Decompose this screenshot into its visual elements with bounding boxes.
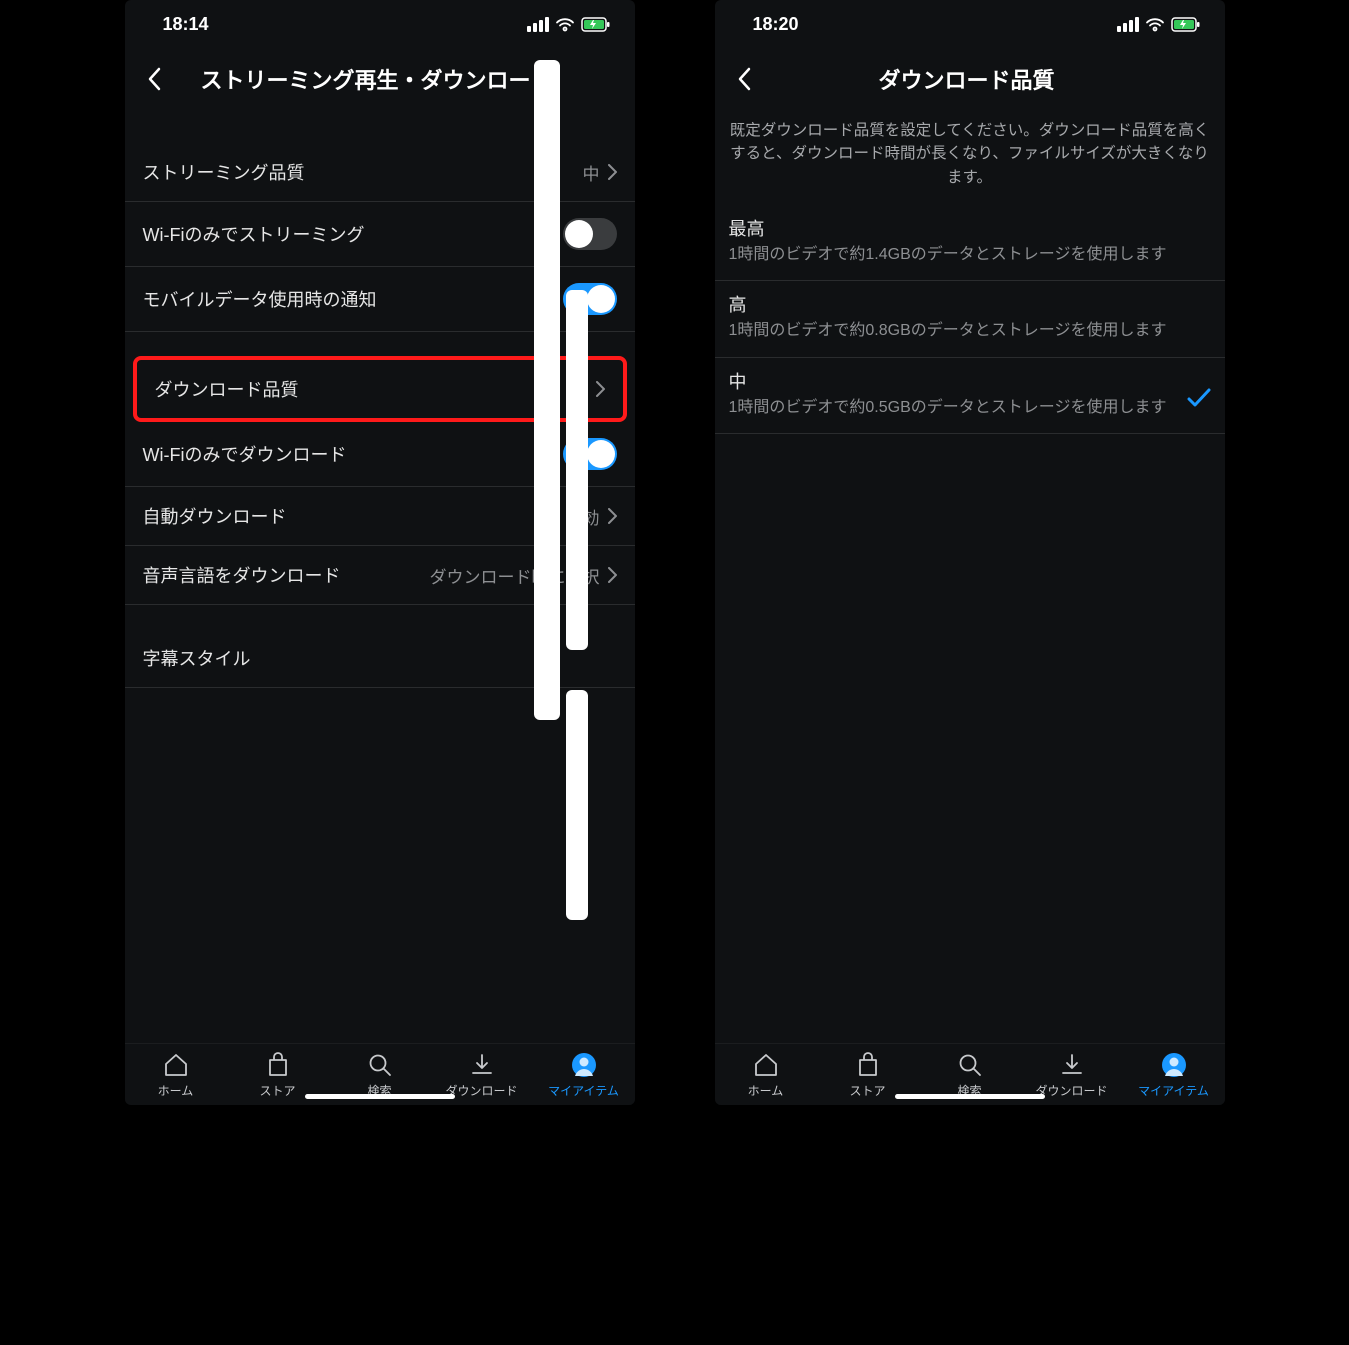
option-title: 中 [729,368,1177,394]
tab-search[interactable]: 検索 [924,1052,1016,1099]
chevron-right-icon [608,508,617,524]
quality-option-medium[interactable]: 中 1時間のビデオで約0.5GBのデータとストレージを使用します [715,358,1225,434]
row-audio-lang-download[interactable]: 音声言語をダウンロード ダウンロード時に選択 [125,546,635,605]
search-icon [957,1052,983,1078]
row-label: モバイルデータ使用時の通知 [143,286,377,312]
option-title: 最高 [729,215,1211,241]
store-icon [265,1052,291,1078]
row-label: 自動ダウンロード [143,503,287,529]
page-title: ダウンロード品質 [725,63,1209,95]
quality-option-best[interactable]: 最高 1時間のビデオで約1.4GBのデータとストレージを使用します [715,205,1225,281]
tab-label: ホーム [158,1082,194,1099]
status-icons [527,17,611,32]
row-label: ストリーミング品質 [143,159,305,185]
row-mobile-data-notify[interactable]: モバイルデータ使用時の通知 [125,267,635,332]
chevron-right-icon [608,164,617,180]
search-icon [367,1052,393,1078]
tab-label: ストア [259,1082,295,1099]
store-icon [855,1052,881,1078]
avatar-icon [571,1052,597,1078]
header: ストリーミング再生・ダウンロード [125,43,635,119]
tab-label: マイアイテム [548,1082,619,1099]
tab-home[interactable]: ホーム [720,1052,812,1099]
row-label: 音声言語をダウンロード [143,562,341,588]
row-wifi-streaming[interactable]: Wi-Fiのみでストリーミング [125,202,635,267]
row-label: Wi-Fiのみでストリーミング [143,221,365,247]
status-time: 18:20 [753,14,799,35]
home-indicator[interactable] [895,1094,1045,1099]
cellular-icon [1117,17,1139,32]
check-icon [1177,368,1211,413]
row-auto-download[interactable]: 自動ダウンロード 有効 [125,487,635,546]
header: ダウンロード品質 [715,43,1225,119]
screen-left: 18:14 ストリーミング再生・ダウンロード ストリーミング品質 中 Wi-Fi… [125,0,635,1105]
row-value: 中 [583,160,600,185]
tab-download[interactable]: ダウンロード [436,1052,528,1099]
row-value: 中 [571,377,588,402]
cellular-icon [527,17,549,32]
battery-charging-icon [581,17,611,32]
tab-search[interactable]: 検索 [334,1052,426,1099]
tab-my-items[interactable]: マイアイテム [538,1052,630,1099]
row-streaming-quality[interactable]: ストリーミング品質 中 [125,143,635,202]
tab-label: ホーム [748,1082,784,1099]
row-value: 有効 [566,504,600,529]
row-value: ダウンロード時に選択 [430,563,600,588]
status-bar: 18:14 [125,0,635,43]
tab-label: ダウンロード [445,1082,517,1099]
status-time: 18:14 [163,14,209,35]
wifi-icon [1145,17,1165,32]
option-title: 高 [729,291,1211,317]
home-icon [753,1052,779,1078]
screen-right: 18:20 ダウンロード品質 既定ダウンロード品質を設定してください。ダウンロー… [715,0,1225,1105]
tab-my-items[interactable]: マイアイテム [1128,1052,1220,1099]
tab-label: マイアイテム [1138,1082,1209,1099]
row-download-quality[interactable]: ダウンロード品質 中 [137,360,623,418]
battery-charging-icon [1171,17,1201,32]
toggle-mobile-data-notify[interactable] [563,283,617,315]
wifi-icon [555,17,575,32]
avatar-icon [1161,1052,1187,1078]
quality-option-high[interactable]: 高 1時間のビデオで約0.8GBのデータとストレージを使用します [715,281,1225,357]
tab-store[interactable]: ストア [822,1052,914,1099]
download-icon [1059,1052,1085,1078]
download-icon [469,1052,495,1078]
highlight-download-quality: ダウンロード品質 中 [133,356,627,422]
page-description: 既定ダウンロード品質を設定してください。ダウンロード品質を高くすると、ダウンロー… [715,119,1225,205]
row-label: 字幕スタイル [143,645,251,671]
home-indicator[interactable] [305,1094,455,1099]
toggle-wifi-download[interactable] [563,438,617,470]
status-icons [1117,17,1201,32]
tab-home[interactable]: ホーム [130,1052,222,1099]
tab-download[interactable]: ダウンロード [1026,1052,1118,1099]
option-desc: 1時間のビデオで約0.5GBのデータとストレージを使用します [729,397,1177,419]
home-icon [163,1052,189,1078]
row-subtitle-style[interactable]: 字幕スタイル [125,629,635,688]
row-wifi-download[interactable]: Wi-Fiのみでダウンロード [125,422,635,487]
tab-label: ダウンロード [1035,1082,1107,1099]
page-title: ストリーミング再生・ダウンロード [135,63,619,95]
chevron-right-icon [596,381,605,397]
option-desc: 1時間のビデオで約1.4GBのデータとストレージを使用します [729,244,1211,266]
row-label: ダウンロード品質 [155,376,299,402]
chevron-right-icon [608,567,617,583]
option-desc: 1時間のビデオで約0.8GBのデータとストレージを使用します [729,320,1211,342]
tab-store[interactable]: ストア [232,1052,324,1099]
row-label: Wi-Fiのみでダウンロード [143,441,347,467]
toggle-wifi-streaming[interactable] [563,218,617,250]
status-bar: 18:20 [715,0,1225,43]
tab-label: ストア [849,1082,885,1099]
